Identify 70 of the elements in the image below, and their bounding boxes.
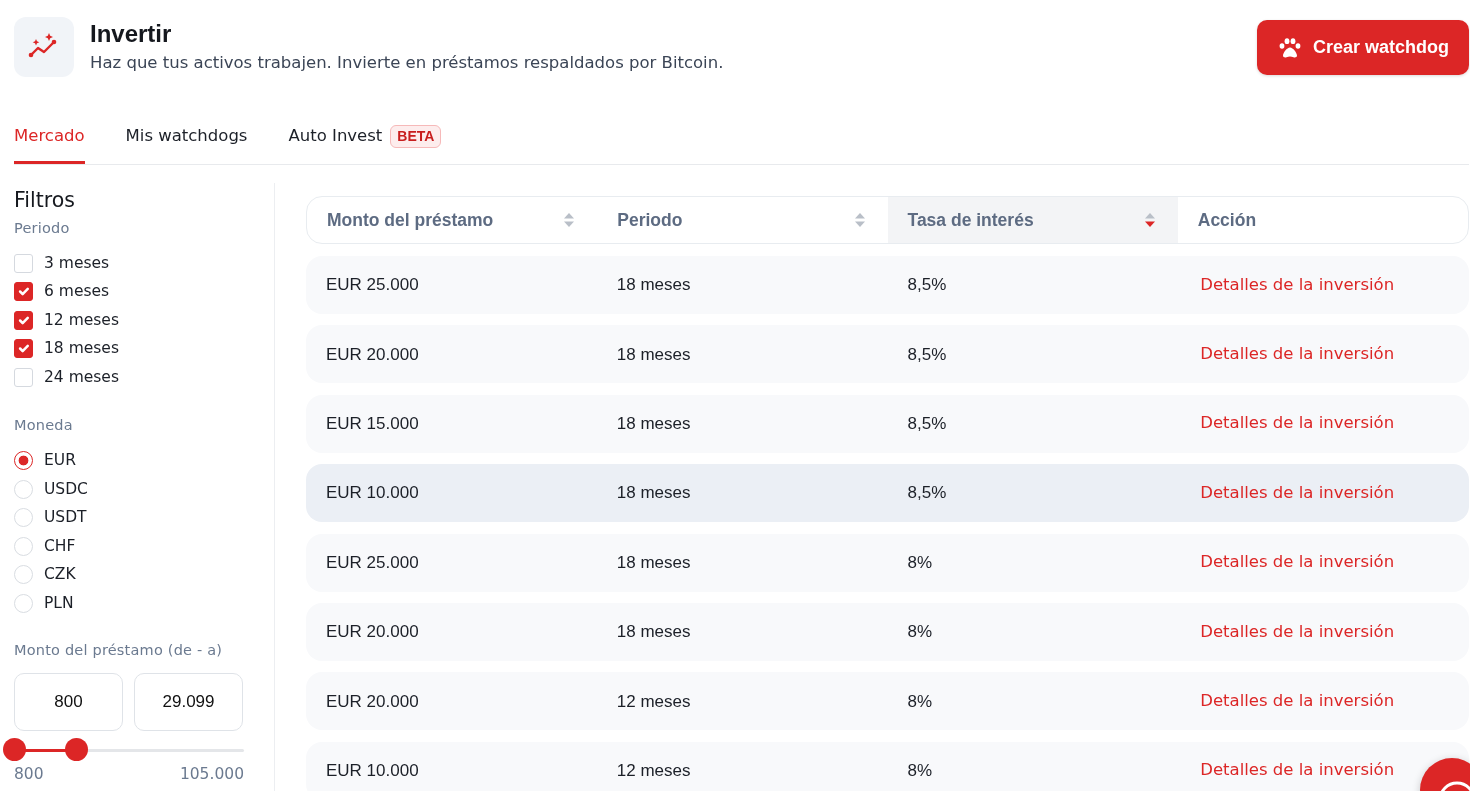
radio-label[interactable]: PLN — [44, 591, 74, 615]
checkbox-label[interactable]: 3 meses — [44, 251, 110, 275]
checkbox-label[interactable]: 12 meses — [44, 308, 119, 332]
details-link[interactable]: Detalles de la inversión — [1200, 758, 1395, 784]
beta-badge: BETA — [390, 124, 442, 148]
details-link[interactable]: Detalles de la inversión — [1200, 619, 1395, 645]
checkbox-label[interactable]: 24 meses — [44, 365, 119, 389]
radio-label[interactable]: CZK — [44, 563, 76, 587]
checkbox[interactable] — [14, 339, 33, 359]
range-min-label: 800 — [14, 763, 44, 784]
radio-label[interactable]: EUR — [44, 449, 76, 473]
table-cell-text: 8% — [907, 621, 933, 644]
slider-thumb[interactable] — [2, 737, 26, 761]
filter-heading: Moneda — [14, 415, 74, 435]
details-link[interactable]: Detalles de la inversión — [1200, 411, 1395, 437]
page-title: Invertir — [90, 20, 173, 48]
checkbox-label[interactable]: 6 meses — [44, 280, 110, 304]
table-cell-text: 18 meses — [616, 621, 691, 644]
table-cell-text: EUR 10.000 — [326, 760, 419, 782]
table-cell-text: 12 meses — [616, 760, 691, 782]
table-cell-text: EUR 15.000 — [326, 413, 419, 436]
table-cell-text: 8,5% — [907, 343, 947, 366]
details-link[interactable]: Detalles de la inversión — [1200, 688, 1395, 714]
filter-heading: Periodo — [14, 219, 71, 238]
checkbox-label[interactable]: 18 meses — [44, 337, 119, 361]
amount-from-field[interactable]: 800 — [14, 672, 123, 731]
amount-to-field[interactable]: 29.099 — [134, 672, 243, 731]
table-cell-text: EUR 25.000 — [326, 551, 419, 574]
create-watchdog-button[interactable]: Crear watchdog — [1256, 20, 1469, 75]
tab[interactable]: Mercado — [14, 124, 85, 164]
table-cell-text: 18 meses — [616, 413, 691, 436]
table-cell-text: 18 meses — [616, 274, 691, 297]
details-link[interactable]: Detalles de la inversión — [1200, 272, 1395, 298]
table-cell-text: EUR 25.000 — [326, 274, 419, 297]
table-cell-text: 8,5% — [907, 482, 947, 505]
radio-label[interactable]: USDC — [44, 477, 88, 501]
table-cell-text: 8% — [907, 760, 933, 782]
tab[interactable]: Auto Invest BETA — [288, 124, 442, 164]
table-cell-text: 18 meses — [616, 343, 691, 366]
radio-label[interactable]: CHF — [44, 534, 76, 558]
table-cell-text: 8,5% — [907, 274, 947, 297]
table-cell-text: 18 meses — [616, 551, 691, 574]
table-cell-text: 8% — [907, 551, 933, 574]
table-cell-text: EUR 20.000 — [326, 621, 419, 644]
table-cell-text: EUR 20.000 — [326, 343, 419, 366]
radio-label[interactable]: USDT — [44, 506, 87, 530]
checkbox[interactable] — [14, 310, 33, 330]
column-header[interactable]: Monto del préstamo — [307, 197, 598, 243]
details-link[interactable]: Detalles de la inversión — [1200, 480, 1395, 506]
table-cell-text: 8,5% — [907, 413, 947, 436]
range-max-label: 105.000 — [179, 763, 244, 784]
filters-title: Filtros — [14, 188, 76, 212]
table-cell-text: EUR 10.000 — [326, 482, 419, 505]
slider-thumb[interactable] — [64, 737, 88, 761]
table-cell-text: EUR 20.000 — [326, 690, 419, 713]
column-header[interactable]: Periodo — [597, 197, 888, 243]
filter-heading: Monto del préstamo (de - a) — [14, 640, 224, 660]
details-link[interactable]: Detalles de la inversión — [1200, 550, 1395, 575]
details-link[interactable]: Detalles de la inversión — [1200, 342, 1395, 367]
tab[interactable]: Mis watchdogs — [125, 124, 248, 164]
table-cell-text: 12 meses — [616, 690, 691, 713]
checkbox[interactable] — [14, 282, 33, 302]
radio-button[interactable] — [14, 451, 33, 471]
column-header[interactable]: Tasa de interés — [887, 197, 1178, 243]
column-header: Acción — [1196, 208, 1258, 232]
chart-sparkle-icon — [14, 17, 74, 77]
table-cell-text: 18 meses — [616, 482, 691, 505]
table-cell-text: 8% — [907, 690, 933, 713]
paw-icon — [1278, 37, 1301, 58]
page-subtitle: Haz que tus activos trabajen. Invierte en préstamos respaldados por Bitcoin. — [90, 52, 724, 74]
